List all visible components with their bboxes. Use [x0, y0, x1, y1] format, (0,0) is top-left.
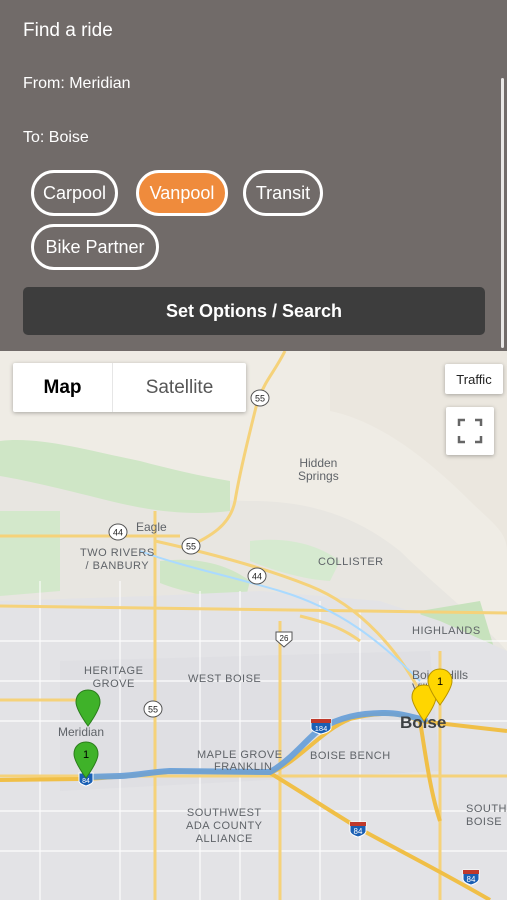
option-bike-partner[interactable]: Bike Partner: [31, 224, 159, 270]
origin-marker-1[interactable]: 1: [72, 740, 100, 780]
route-55-shield: 55: [250, 389, 270, 407]
map-type-toggle: Map Satellite: [13, 363, 246, 412]
panel-title: Find a ride: [23, 20, 113, 41]
find-ride-panel: Find a ride From: Meridian To: Boise Car…: [0, 0, 507, 351]
route-55-south-label: 55: [148, 705, 158, 715]
fullscreen-button[interactable]: [446, 407, 494, 455]
label-southwest-ada: SOUTHWEST ADA COUNTY ALLIANCE: [186, 807, 263, 845]
route-from: From: Meridian: [23, 75, 131, 92]
route-26-label: 26: [280, 634, 289, 643]
label-southeast-boise: SOUTHEAST BOISE: [466, 803, 507, 828]
route-55-south-shield: 55: [143, 700, 163, 718]
option-carpool[interactable]: Carpool: [31, 170, 118, 216]
origin-marker-label: 1: [83, 749, 89, 761]
route-55-label: 55: [255, 394, 265, 404]
label-eagle: Eagle: [136, 520, 167, 534]
interstate-84-shield: 84: [349, 821, 367, 838]
destination-marker-label: 1: [437, 676, 443, 688]
label-two-rivers: TWO RIVERS / BANBURY: [80, 547, 155, 572]
label-collister: COLLISTER: [318, 556, 384, 568]
destination-marker-1[interactable]: 1: [426, 667, 454, 707]
map-type-satellite-button[interactable]: Satellite: [113, 363, 246, 412]
option-vanpool[interactable]: Vanpool: [136, 170, 228, 216]
map[interactable]: Map Satellite Traffic Eagle Hidden Sprin…: [0, 351, 507, 900]
route-44-east-label: 44: [252, 572, 262, 582]
label-boise-bench: BOISE BENCH: [310, 750, 391, 762]
route-44-label: 44: [113, 528, 123, 538]
panel-scrollbar[interactable]: [501, 78, 504, 348]
interstate-84-east-shield: 84: [462, 869, 480, 886]
fullscreen-icon: [457, 418, 483, 444]
label-franklin: FRANKLIN: [214, 761, 273, 773]
route-44-east-shield: 44: [247, 567, 267, 585]
label-hidden-springs: Hidden Springs: [298, 456, 339, 483]
route-55-eagle-label: 55: [186, 542, 196, 552]
search-button[interactable]: Set Options / Search: [23, 287, 485, 335]
meridian-pin-marker[interactable]: [74, 688, 102, 728]
interstate-84-label: 84: [354, 827, 363, 836]
interstate-84-east-label: 84: [467, 875, 476, 884]
label-west-boise: WEST BOISE: [188, 673, 262, 685]
interstate-184-shield: 184: [310, 718, 332, 735]
option-transit[interactable]: Transit: [243, 170, 323, 216]
map-type-map-button[interactable]: Map: [13, 363, 113, 412]
traffic-button[interactable]: Traffic: [445, 364, 503, 394]
interstate-184-label: 184: [315, 724, 328, 733]
route-44-shield: 44: [108, 523, 128, 541]
route-to: To: Boise: [23, 129, 89, 146]
label-highlands: HIGHLANDS: [412, 625, 481, 637]
route-26-shield: 26: [275, 631, 293, 648]
route-55-eagle-shield: 55: [181, 537, 201, 555]
